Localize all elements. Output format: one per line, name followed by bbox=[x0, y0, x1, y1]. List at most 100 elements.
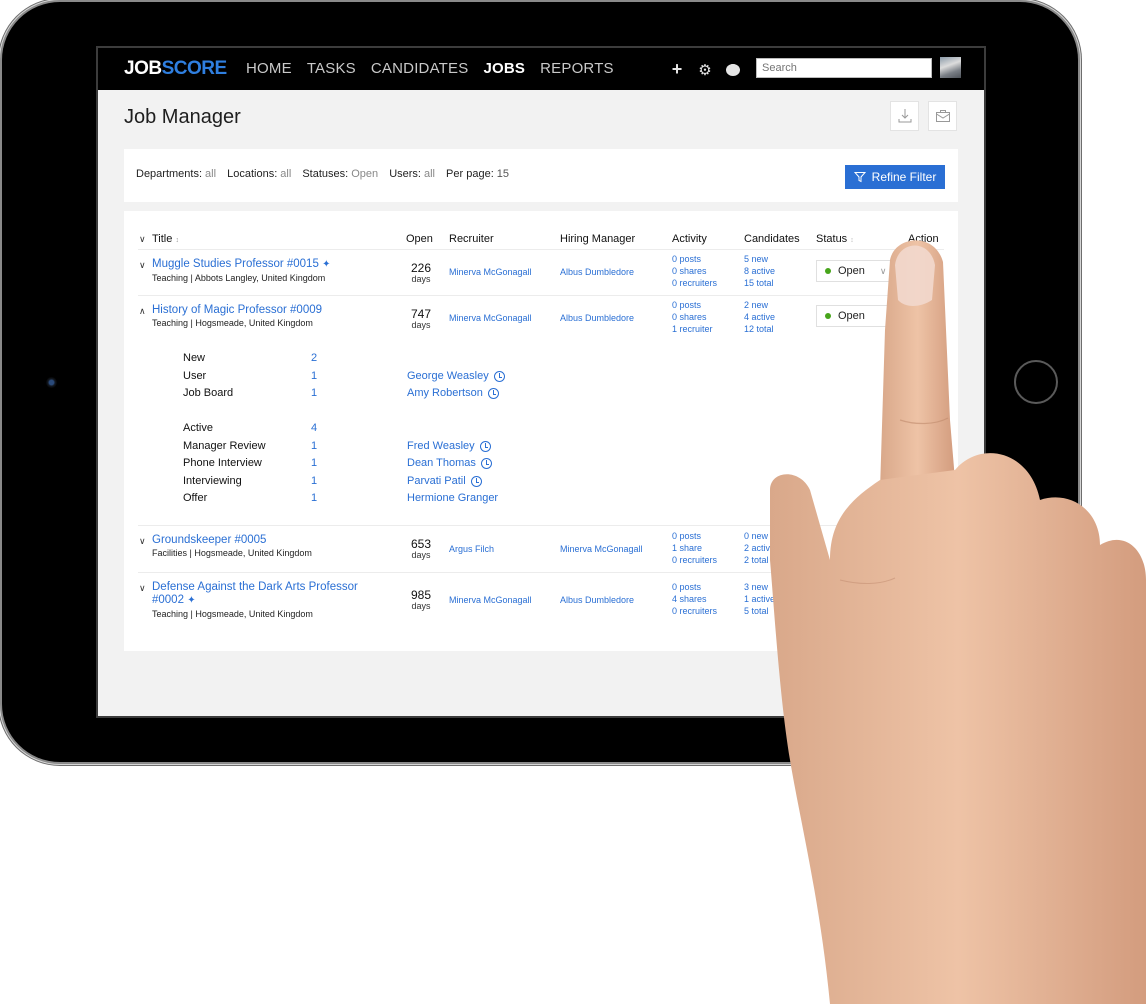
help-icon[interactable]: ? bbox=[726, 61, 740, 78]
candidates-new[interactable]: 5 new bbox=[744, 253, 775, 265]
open-days-value: 985 bbox=[410, 588, 432, 602]
header-recruiter[interactable]: Recruiter bbox=[449, 233, 494, 245]
candidates-new[interactable]: 0 new bbox=[744, 530, 775, 542]
candidates-active[interactable]: 8 active bbox=[744, 265, 775, 277]
hiring-manager-link[interactable]: Albus Dumbledore bbox=[560, 595, 634, 605]
hiring-manager-link[interactable]: Albus Dumbledore bbox=[560, 313, 634, 323]
briefcase-icon bbox=[935, 110, 950, 122]
candidate-link[interactable]: Dean Thomas bbox=[407, 457, 492, 469]
header-title[interactable]: Title ↕ bbox=[152, 233, 179, 245]
expand-row-icon[interactable]: ∨ bbox=[139, 583, 146, 594]
job-title-link[interactable]: Groundskeeper #0005 bbox=[152, 534, 266, 546]
open-days-value: 747 bbox=[410, 307, 432, 321]
stage-count[interactable]: 1 bbox=[311, 387, 317, 399]
job-title-link[interactable]: History of Magic Professor #0009 bbox=[152, 304, 322, 316]
header-action[interactable]: Action bbox=[908, 233, 939, 245]
collapse-row-icon[interactable]: ∧ bbox=[139, 306, 146, 317]
candidates-total[interactable]: 12 total bbox=[744, 323, 775, 335]
nav-candidates[interactable]: CANDIDATES bbox=[371, 60, 469, 77]
stage-count[interactable]: 1 bbox=[311, 475, 317, 487]
job-title-link-line2[interactable]: #0002 ✦ bbox=[152, 594, 196, 606]
recruiter-link[interactable]: Minerva McGonagall bbox=[449, 313, 532, 323]
activity-shares[interactable]: 4 shares bbox=[672, 593, 717, 605]
activity-posts[interactable]: 0 posts bbox=[672, 253, 717, 265]
pin-icon[interactable]: ✦ bbox=[187, 595, 195, 606]
group-active-count[interactable]: 4 bbox=[311, 422, 317, 434]
job-title-link[interactable]: Defense Against the Dark Arts Professor bbox=[152, 581, 358, 593]
candidates-new[interactable]: 2 new bbox=[744, 299, 775, 311]
activity-posts[interactable]: 0 posts bbox=[672, 581, 717, 593]
stage-count[interactable]: 1 bbox=[311, 457, 317, 469]
status-dropdown[interactable]: Open ∨ bbox=[816, 260, 896, 282]
activity-shares[interactable]: 0 shares bbox=[672, 265, 717, 277]
logo[interactable]: JOBSCORE bbox=[124, 58, 227, 80]
collapse-all-icon[interactable]: ∨ bbox=[139, 234, 146, 245]
header-hiring-manager[interactable]: Hiring Manager bbox=[560, 233, 635, 245]
filter-locations-value: all bbox=[280, 168, 292, 180]
candidate-name: Dean Thomas bbox=[407, 457, 476, 469]
candidates-active[interactable]: 1 active bbox=[744, 593, 775, 605]
header-activity[interactable]: Activity bbox=[672, 233, 707, 245]
candidates-total[interactable]: 15 total bbox=[744, 277, 775, 289]
email-jobs-button[interactable] bbox=[928, 101, 957, 131]
candidates-new[interactable]: 3 new bbox=[744, 581, 775, 593]
nav-jobs[interactable]: JOBS bbox=[483, 60, 525, 77]
activity-recruiters[interactable]: 0 recruiters bbox=[672, 605, 717, 617]
filter-summary: Departments: all Locations: all Statuses: O… bbox=[136, 168, 517, 180]
avatar[interactable] bbox=[940, 57, 961, 78]
gear-icon[interactable]: ⚙ bbox=[698, 61, 712, 79]
top-nav: JOBSCORE HOME TASKS CANDIDATES JOBS REPO… bbox=[98, 48, 984, 90]
header-candidates[interactable]: Candidates bbox=[744, 233, 800, 245]
candidates-active[interactable]: 2 active bbox=[744, 542, 775, 554]
recruiter-link[interactable]: Minerva McGonagall bbox=[449, 267, 532, 277]
days-label: days bbox=[411, 550, 431, 560]
activity-shares[interactable]: 1 share bbox=[672, 542, 717, 554]
expand-row-icon[interactable]: ∨ bbox=[139, 536, 146, 547]
job-subtitle: Facilities | Hogsmeade, United Kingdom bbox=[152, 548, 312, 558]
activity-stack: 0 posts 0 shares 1 recruiter bbox=[672, 299, 713, 335]
download-button[interactable] bbox=[890, 101, 919, 131]
home-button[interactable] bbox=[1014, 360, 1058, 404]
activity-recruiters[interactable]: 0 recruiters bbox=[672, 554, 717, 566]
plus-icon[interactable]: + bbox=[670, 59, 684, 80]
candidate-link[interactable]: George Weasley bbox=[407, 370, 505, 382]
candidate-link[interactable]: Parvati Patil bbox=[407, 475, 482, 487]
activity-recruiters[interactable]: 0 recruiters bbox=[672, 277, 717, 289]
expand-row-icon[interactable]: ∨ bbox=[139, 260, 146, 271]
sort-icon: ↕ bbox=[175, 237, 179, 244]
job-title-link[interactable]: Muggle Studies Professor #0015 ✦ bbox=[152, 258, 330, 270]
candidates-active[interactable]: 4 active bbox=[744, 311, 775, 323]
refine-filter-button[interactable]: Refine Filter bbox=[845, 165, 945, 189]
recruiter-link[interactable]: Minerva McGonagall bbox=[449, 595, 532, 605]
stage-count[interactable]: 1 bbox=[311, 370, 317, 382]
header-open[interactable]: Open bbox=[406, 233, 433, 245]
activity-shares[interactable]: 0 shares bbox=[672, 311, 713, 323]
recruiter-link[interactable]: Argus Filch bbox=[449, 544, 494, 554]
candidate-link[interactable]: Amy Robertson bbox=[407, 387, 499, 399]
candidates-total[interactable]: 2 total bbox=[744, 554, 775, 566]
stage-count[interactable]: 1 bbox=[311, 440, 317, 452]
refine-filter-label: Refine Filter bbox=[871, 170, 937, 184]
status-dropdown[interactable]: Open bbox=[816, 305, 896, 327]
group-new-count[interactable]: 2 bbox=[311, 352, 317, 364]
nav-tasks[interactable]: TASKS bbox=[307, 60, 356, 77]
nav-home[interactable]: HOME bbox=[246, 60, 292, 77]
filter-perpage-value: 15 bbox=[496, 168, 509, 180]
candidate-name: Parvati Patil bbox=[407, 475, 466, 487]
hiring-manager-link[interactable]: Minerva McGonagall bbox=[560, 544, 643, 554]
stage-count[interactable]: 1 bbox=[311, 492, 317, 504]
candidate-link[interactable]: Hermione Granger bbox=[407, 492, 498, 504]
nav-reports[interactable]: REPORTS bbox=[540, 60, 614, 77]
candidate-link[interactable]: Fred Weasley bbox=[407, 440, 491, 452]
activity-posts[interactable]: 0 posts bbox=[672, 299, 713, 311]
candidates-total[interactable]: 5 total bbox=[744, 605, 775, 617]
header-status[interactable]: Status ↕ bbox=[816, 233, 854, 245]
search-input[interactable] bbox=[756, 58, 932, 78]
hiring-manager-link[interactable]: Albus Dumbledore bbox=[560, 267, 634, 277]
divider bbox=[138, 295, 944, 296]
activity-posts[interactable]: 0 posts bbox=[672, 530, 717, 542]
page-title: Job Manager bbox=[124, 106, 241, 128]
pin-icon[interactable]: ✦ bbox=[322, 259, 330, 270]
filter-departments-value: all bbox=[205, 168, 217, 180]
activity-recruiters[interactable]: 1 recruiter bbox=[672, 323, 713, 335]
